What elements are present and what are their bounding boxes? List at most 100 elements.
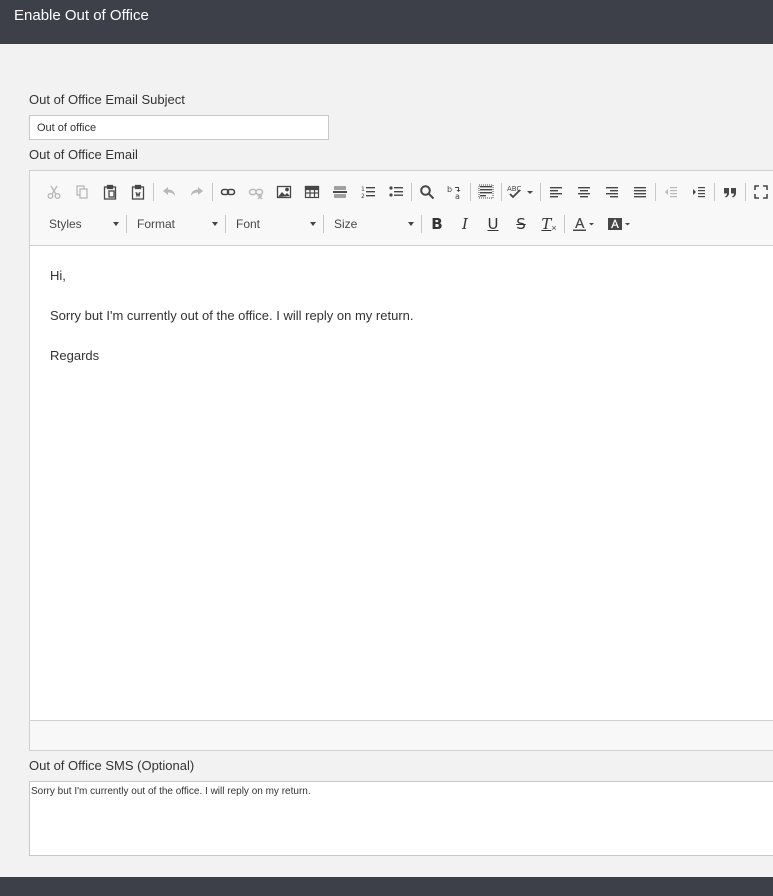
toolbar-separator [540,183,541,201]
email-label: Out of Office Email [29,147,138,162]
strikethrough-button[interactable]: S [507,212,535,236]
indent-button[interactable] [685,180,713,204]
footer-bar [0,877,773,896]
bold-icon: B [431,215,443,233]
horizontal-rule-button[interactable] [326,180,354,204]
find-button[interactable] [413,180,441,204]
format-dropdown-label: Format [137,217,176,231]
strikethrough-icon: S [516,215,526,233]
spellcheck-icon: ABC [507,185,533,199]
outdent-icon [665,187,677,198]
background-color-button[interactable] [602,212,638,236]
text-color-button[interactable] [566,212,602,236]
font-dropdown[interactable]: Font [227,212,322,236]
paste-word-icon [131,184,145,200]
select-all-button[interactable] [472,180,500,204]
toolbar-separator [470,183,471,201]
outdent-button[interactable] [657,180,685,204]
align-right-icon [606,187,618,198]
svg-text:1: 1 [361,186,365,193]
numbered-list-button[interactable]: 12 [354,180,382,204]
link-button[interactable] [214,180,242,204]
italic-button[interactable]: I [451,212,479,236]
toolbar-separator [501,183,502,201]
size-dropdown[interactable]: Size [325,212,420,236]
svg-text:b: b [447,185,452,194]
toolbar-separator [126,215,127,233]
align-justify-icon [634,187,646,198]
toolbar-row-2: Styles Format Font Size B I U S T × [40,212,638,236]
font-dropdown-label: Font [236,217,261,231]
editor-toolbar: 12 ba ABC Styles Format Font Size B I U … [30,171,773,246]
toolbar-row-1: 12 ba ABC [40,180,773,204]
align-center-button[interactable] [570,180,598,204]
editor-content[interactable]: Hi, Sorry but I'm currently out of the o… [50,266,414,386]
copy-button[interactable] [68,180,96,204]
subject-input[interactable] [29,115,329,140]
replace-button[interactable]: ba [441,180,469,204]
table-button[interactable] [298,180,326,204]
toolbar-separator [564,215,565,233]
blockquote-button[interactable] [716,180,744,204]
background-color-icon [608,218,630,230]
paste-word-button[interactable] [124,180,152,204]
search-icon [420,185,435,200]
justify-button[interactable] [626,180,654,204]
chevron-down-icon [113,222,119,226]
bold-button[interactable]: B [423,212,451,236]
size-dropdown-label: Size [334,217,358,231]
remove-format-button[interactable]: T × [535,212,563,236]
chevron-down-icon [408,222,414,226]
chevron-down-icon [310,222,316,226]
maximize-button[interactable] [747,180,773,204]
undo-icon [163,187,175,196]
toolbar-separator [745,183,746,201]
dialog-title: Enable Out of Office [14,7,149,24]
underline-button[interactable]: U [479,212,507,236]
cut-button[interactable] [40,180,68,204]
toolbar-separator [225,215,226,233]
link-icon [220,188,236,196]
chevron-down-icon [212,222,218,226]
subject-label: Out of Office Email Subject [29,92,185,107]
toolbar-separator [153,183,154,201]
scissors-icon [47,185,61,199]
copy-icon [76,185,88,199]
image-button[interactable] [270,180,298,204]
unlink-button[interactable] [242,180,270,204]
remove-format-x-icon: × [551,223,557,233]
italic-icon: I [462,215,468,233]
bulleted-list-icon [389,186,403,197]
align-right-button[interactable] [598,180,626,204]
svg-text:a: a [455,192,460,200]
toolbar-separator [655,183,656,201]
email-message: Sorry but I'm currently out of the offic… [50,308,414,323]
numbered-list-icon: 12 [361,186,375,200]
underline-icon: U [487,215,499,233]
toolbar-separator [714,183,715,201]
styles-dropdown[interactable]: Styles [40,212,125,236]
image-icon [276,185,292,199]
format-dropdown[interactable]: Format [128,212,224,236]
editor-status-bar [30,720,773,750]
sms-label: Out of Office SMS (Optional) [29,758,195,773]
styles-dropdown-label: Styles [49,217,82,231]
sms-textarea[interactable]: Sorry but I'm currently out of the offic… [29,781,773,856]
title-bar: Enable Out of Office [0,0,773,44]
toolbar-separator [212,183,213,201]
undo-button[interactable] [155,180,183,204]
table-icon [304,185,320,199]
select-all-icon [478,184,494,199]
align-left-button[interactable] [542,180,570,204]
redo-button[interactable] [183,180,211,204]
bulleted-list-button[interactable] [382,180,410,204]
clipboard-icon [103,184,117,200]
paste-button[interactable] [96,180,124,204]
indent-icon [693,187,705,198]
remove-format-icon: T [541,215,552,233]
spellcheck-button[interactable]: ABC [503,180,539,204]
text-color-icon [573,218,594,231]
rich-text-editor: 12 ba ABC Styles Format Font Size B I U … [29,170,773,751]
horizontal-rule-icon [333,186,347,198]
maximize-icon [754,185,768,199]
